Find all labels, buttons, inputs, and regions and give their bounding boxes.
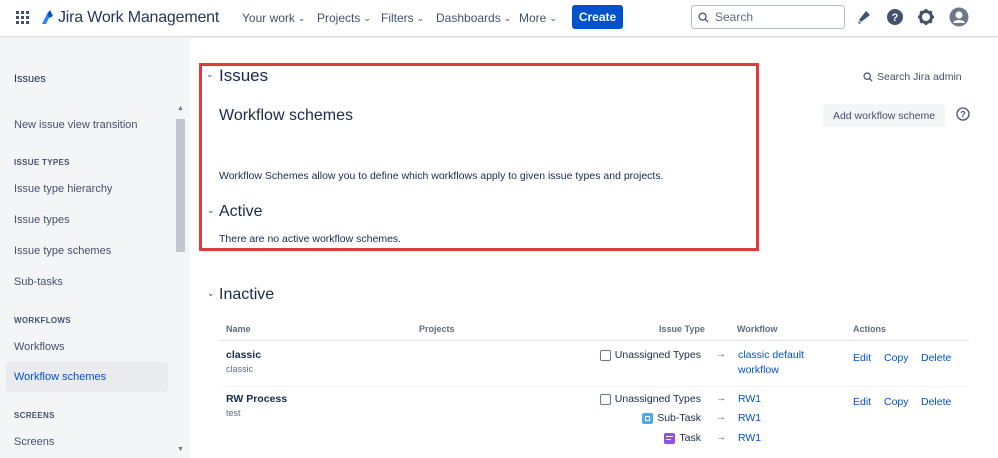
nav-projects[interactable]: Projects ⌄ <box>317 11 371 25</box>
nav-your-work[interactable]: Your work ⌄ <box>242 11 305 25</box>
search-admin-label: Search Jira admin <box>877 71 962 83</box>
search-icon <box>698 11 709 23</box>
scheme-name: RW Process <box>226 393 288 405</box>
issue-type-label: Unassigned Types <box>614 393 701 405</box>
svg-text:?: ? <box>892 12 899 24</box>
issue-type-label: Unassigned Types <box>614 349 701 361</box>
mapping-arrow-icon: → <box>716 432 726 443</box>
issue-type-mapping: Task <box>664 432 701 444</box>
copy-link[interactable]: Copy <box>884 352 909 364</box>
scroll-up-arrow-icon[interactable]: ▲ <box>175 105 186 112</box>
chevron-down-icon: ⌄ <box>549 12 557 23</box>
nav-label: More <box>519 11 547 25</box>
issue-type-mapping: Unassigned Types <box>599 349 701 361</box>
sidebar-scrollbar[interactable] <box>176 119 185 252</box>
row-divider <box>219 386 969 387</box>
sidebar-item-workflow-schemes[interactable]: Workflow schemes <box>6 362 168 392</box>
jira-logo-icon <box>42 10 53 24</box>
sidebar-section-screens: SCREENS <box>14 411 55 420</box>
search-box[interactable] <box>691 5 845 29</box>
sidebar-item-issue-type-schemes[interactable]: Issue type schemes <box>14 245 111 257</box>
edit-link[interactable]: Edit <box>853 352 871 364</box>
workflow-link[interactable]: classic default workflow <box>738 348 828 378</box>
unassigned-types-icon <box>599 349 611 361</box>
mapping-arrow-icon: → <box>716 412 726 423</box>
chevron-down-icon: ⌄ <box>297 12 306 23</box>
collapse-chevron-icon[interactable]: ⌄ <box>207 205 215 216</box>
nav-filters[interactable]: Filters ⌄ <box>381 11 424 25</box>
column-header-issue-type: Issue Type <box>659 324 705 334</box>
sidebar-title: Issues <box>14 73 46 85</box>
scheme-name: classic <box>226 349 262 361</box>
sidebar-item-label: Workflow schemes <box>14 371 107 383</box>
scheme-description: classic <box>226 364 254 374</box>
sidebar-item-issue-type-hierarchy[interactable]: Issue type hierarchy <box>14 183 112 195</box>
nav-label: Your work <box>242 11 295 25</box>
delete-link[interactable]: Delete <box>921 352 951 364</box>
mapping-arrow-icon: → <box>716 393 726 404</box>
product-logo[interactable]: Jira Work Management <box>40 8 219 28</box>
column-header-name: Name <box>226 324 251 334</box>
active-section-title: Active <box>219 203 263 220</box>
chevron-down-icon: ⌄ <box>416 12 425 23</box>
svg-text:?: ? <box>960 109 966 119</box>
collapse-chevron-icon[interactable]: ⌄ <box>206 69 214 80</box>
column-header-workflow: Workflow <box>737 324 778 334</box>
profile-avatar-icon[interactable] <box>949 7 969 27</box>
sidebar-item-workflows[interactable]: Workflows <box>14 341 65 353</box>
chevron-down-icon: ⌄ <box>503 12 512 23</box>
create-button[interactable]: Create <box>572 5 623 29</box>
column-header-actions: Actions <box>853 324 887 334</box>
app-switcher-icon[interactable] <box>16 11 30 25</box>
nav-label: Filters <box>381 11 414 25</box>
page-description: Workflow Schemes allow you to define whi… <box>219 170 664 182</box>
sidebar-section-workflows: WORKFLOWS <box>14 316 71 325</box>
collapse-chevron-icon[interactable]: ⌄ <box>207 288 215 299</box>
nav-label: Projects <box>317 11 361 25</box>
table-header-divider <box>219 340 969 341</box>
product-name: Jira Work Management <box>58 9 220 26</box>
column-header-projects: Projects <box>419 324 455 334</box>
sidebar-item-sub-tasks[interactable]: Sub-tasks <box>14 276 63 288</box>
delete-link[interactable]: Delete <box>921 396 951 408</box>
nav-label: Dashboards <box>436 11 501 25</box>
workflow-link[interactable]: RW1 <box>738 411 761 426</box>
section-title: Issues <box>219 66 269 85</box>
search-jira-admin-link[interactable]: Search Jira admin <box>863 71 962 83</box>
highlight-annotation-box <box>199 63 759 251</box>
search-input[interactable] <box>715 10 835 24</box>
workflow-link[interactable]: RW1 <box>738 431 761 446</box>
sidebar-item-screens[interactable]: Screens <box>14 436 54 448</box>
nav-more[interactable]: More ⌄ <box>519 11 557 25</box>
page-title: Workflow schemes <box>219 107 353 124</box>
nav-dashboards[interactable]: Dashboards ⌄ <box>436 11 511 25</box>
chevron-down-icon: ⌄ <box>363 12 371 23</box>
sidebar-section-issue-types: ISSUE TYPES <box>14 158 70 167</box>
issue-type-label: Task <box>679 432 701 444</box>
sidebar-item-issue-types[interactable]: Issue types <box>14 214 70 226</box>
search-icon <box>863 72 873 82</box>
issue-type-label: Sub-Task <box>657 412 701 424</box>
notifications-icon[interactable] <box>855 8 873 26</box>
scroll-down-arrow-icon[interactable]: ▼ <box>175 446 186 453</box>
mapping-arrow-icon: → <box>716 349 726 360</box>
add-workflow-scheme-button[interactable]: Add workflow scheme <box>823 104 945 127</box>
help-circle-icon[interactable]: ? <box>956 107 970 121</box>
scheme-description: test <box>226 408 241 418</box>
top-navigation: Jira Work Management Your work ⌄ Projects… <box>0 0 998 37</box>
admin-sidebar: Issues New issue view transition ISSUE T… <box>0 38 190 458</box>
unassigned-types-icon <box>599 393 611 405</box>
edit-link[interactable]: Edit <box>853 396 871 408</box>
workflow-link[interactable]: RW1 <box>738 392 761 407</box>
help-icon[interactable]: ? <box>886 8 904 26</box>
sidebar-item-new-issue-view[interactable]: New issue view transition <box>14 119 138 131</box>
issue-type-mapping: Unassigned Types <box>599 393 701 405</box>
task-icon <box>664 432 676 444</box>
active-empty-message: There are no active workflow schemes. <box>219 233 402 245</box>
subtask-icon <box>642 412 654 424</box>
settings-icon[interactable] <box>917 8 935 26</box>
inactive-section-title: Inactive <box>219 286 275 303</box>
issue-type-mapping: Sub-Task <box>642 412 701 424</box>
copy-link[interactable]: Copy <box>884 396 909 408</box>
